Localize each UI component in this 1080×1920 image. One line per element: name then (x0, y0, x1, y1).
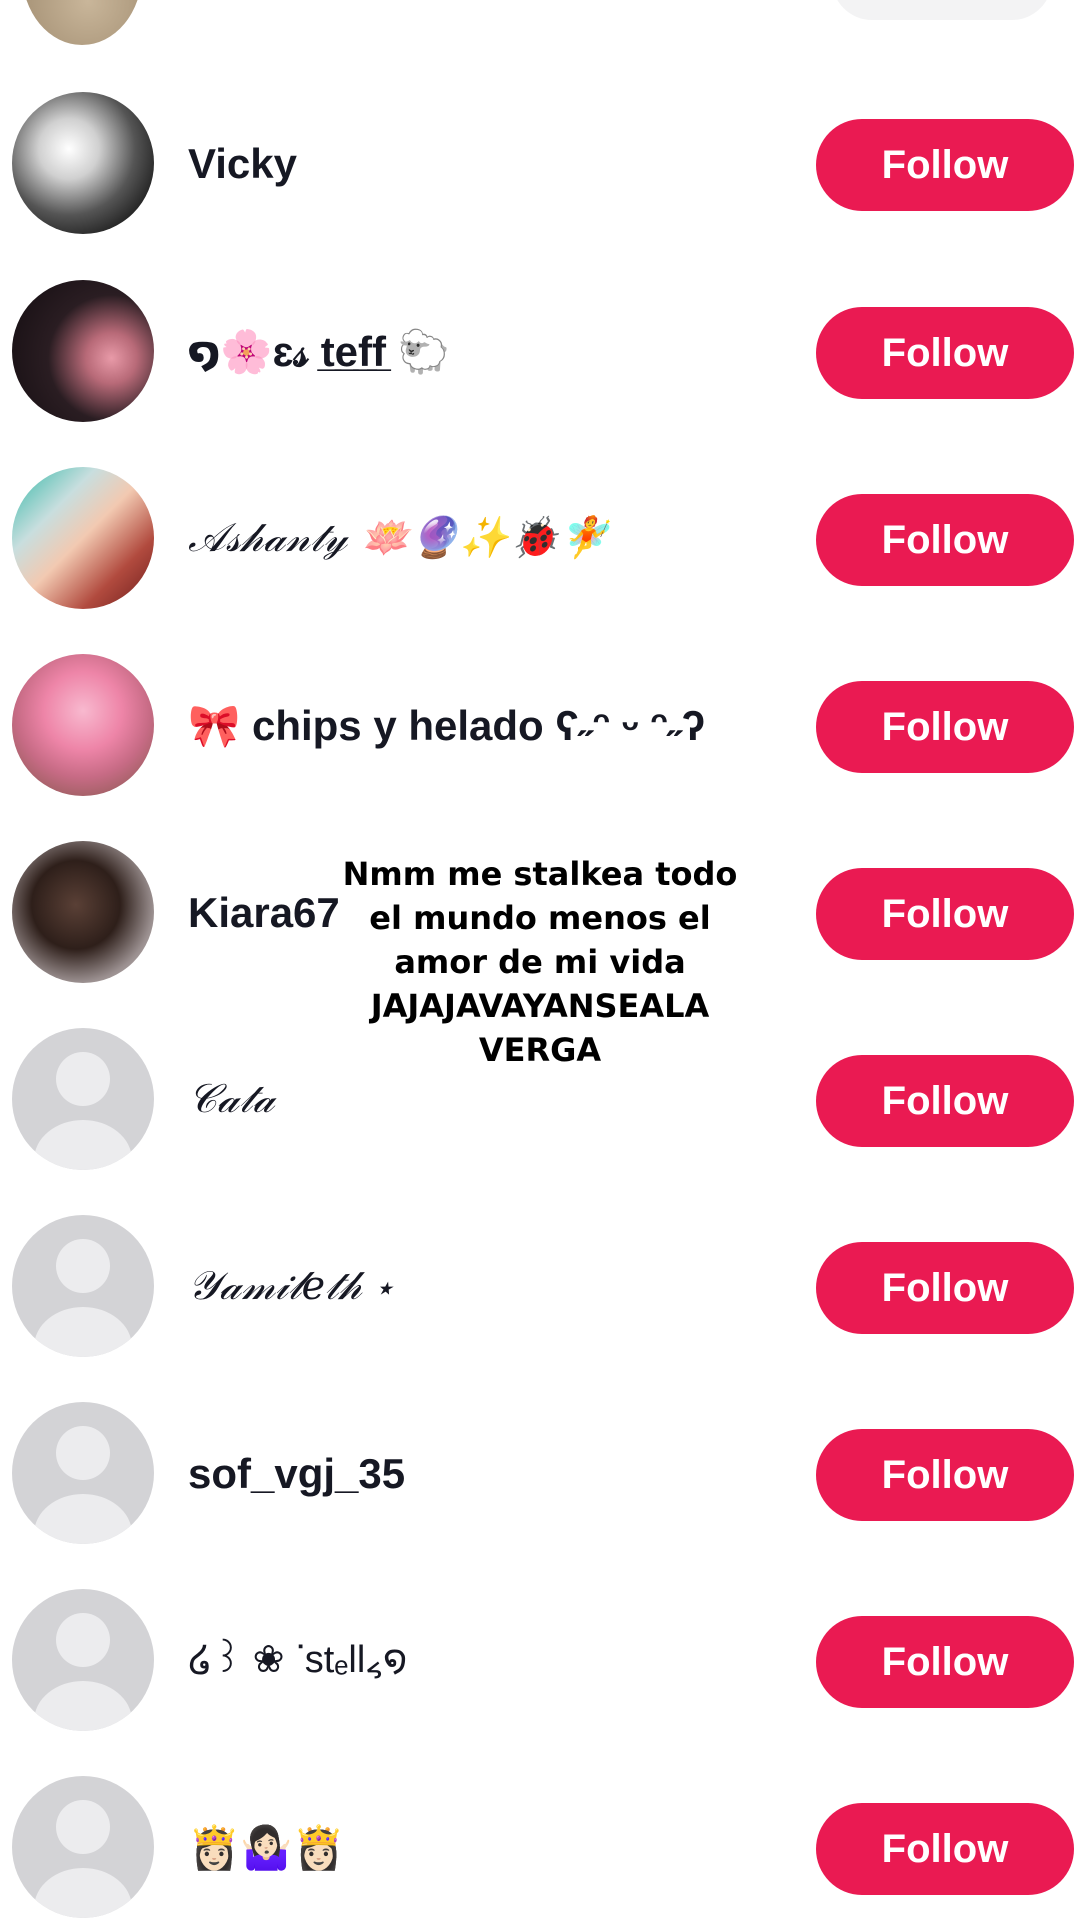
follow-button[interactable]: Follow (816, 494, 1074, 586)
avatar[interactable] (12, 467, 154, 609)
user-row[interactable]: ໑🌸ɛ𝓈 t̲e̲f̲f̲ 🐑 Follow (0, 258, 1080, 445)
follow-button[interactable]: Follow (816, 1616, 1074, 1708)
following-list-screen: Vicky Follow ໑🌸ɛ𝓈 t̲e̲f̲f̲ 🐑 Follow 𝒜𝓈𝒽𝒶… (0, 0, 1080, 1920)
follow-button[interactable]: Follow (816, 119, 1074, 211)
username[interactable]: 𝒜𝓈𝒽𝒶𝓃𝓉𝓎 🪷🔮✨🐞🧚 (188, 445, 609, 632)
username[interactable]: 🎀 chips y helado ʕ˶ᵔ ᵕ ᵔ˶ʔ (188, 632, 705, 819)
username[interactable]: ໒꒱ ❀ ᐝstₑll៹໑ (188, 1567, 407, 1754)
user-row[interactable]: ໒꒱ ❀ ᐝstₑll៹໑ Follow (0, 1567, 1080, 1754)
partial-following-button[interactable] (832, 0, 1052, 20)
partial-avatar[interactable] (22, 0, 142, 45)
overlay-caption-text: Nmm me stalkea todo el mundo menos el am… (342, 855, 738, 1069)
avatar[interactable] (12, 654, 154, 796)
username[interactable]: Vicky (188, 70, 297, 257)
follow-button[interactable]: Follow (816, 681, 1074, 773)
user-row[interactable]: 𝒴𝒶𝓂𝒾𝓁𝑒𝓉𝒽 ⋆ Follow (0, 1193, 1080, 1380)
avatar[interactable] (12, 841, 154, 983)
follow-button[interactable]: Follow (816, 868, 1074, 960)
user-row[interactable]: 👸🏻🤷🏻‍♀️👸🏻 Follow (0, 1754, 1080, 1920)
user-row[interactable]: 🎀 chips y helado ʕ˶ᵔ ᵕ ᵔ˶ʔ Follow (0, 632, 1080, 819)
user-row[interactable]: Vicky Follow (0, 70, 1080, 257)
user-row[interactable]: 𝒜𝓈𝒽𝒶𝓃𝓉𝓎 🪷🔮✨🐞🧚 Follow (0, 445, 1080, 632)
default-avatar-icon[interactable] (12, 1776, 154, 1918)
default-avatar-icon[interactable] (12, 1402, 154, 1544)
default-avatar-icon[interactable] (12, 1589, 154, 1731)
follow-button[interactable]: Follow (816, 1429, 1074, 1521)
follow-button[interactable]: Follow (816, 307, 1074, 399)
username[interactable]: 𝒞𝒶𝓉𝒶 (188, 1006, 275, 1193)
username[interactable]: ໑🌸ɛ𝓈 t̲e̲f̲f̲ 🐑 (188, 258, 450, 445)
username[interactable]: 👸🏻🤷🏻‍♀️👸🏻 (188, 1754, 345, 1920)
default-avatar-icon[interactable] (12, 1028, 154, 1170)
username[interactable]: sof_vgj_35 (188, 1380, 405, 1567)
avatar[interactable] (12, 280, 154, 422)
follow-button[interactable]: Follow (816, 1803, 1074, 1895)
username[interactable]: 𝒴𝒶𝓂𝒾𝓁𝑒𝓉𝒽 ⋆ (188, 1193, 393, 1380)
default-avatar-icon[interactable] (12, 1215, 154, 1357)
follow-button[interactable]: Follow (816, 1242, 1074, 1334)
user-row[interactable]: sof_vgj_35 Follow (0, 1380, 1080, 1567)
avatar[interactable] (12, 92, 154, 234)
follow-button[interactable]: Follow (816, 1055, 1074, 1147)
username[interactable]: Kiara67 (188, 819, 340, 1006)
